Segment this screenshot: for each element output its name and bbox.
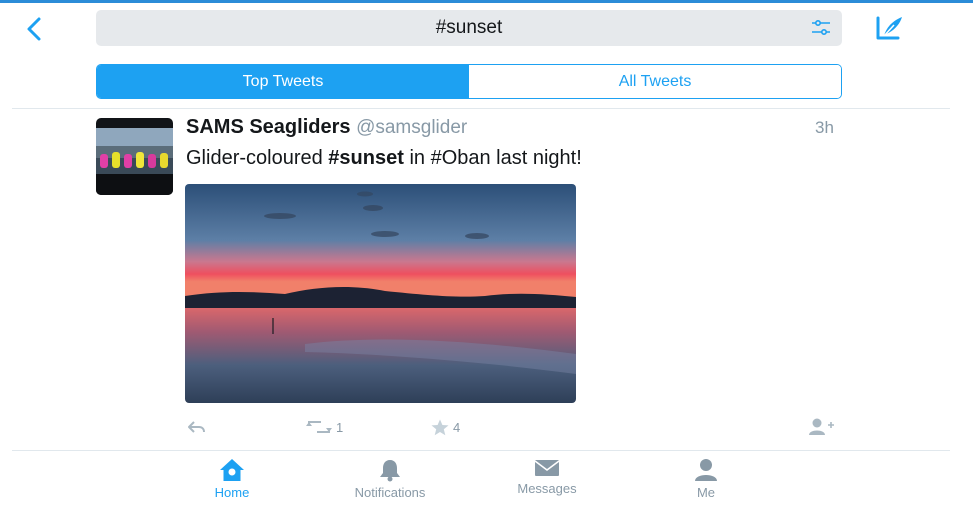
hashtag-link[interactable]: #sunset [328, 147, 404, 169]
tab-me-label: Me [696, 485, 716, 500]
compose-button[interactable] [874, 14, 906, 42]
tweet-text-prefix: Glider-coloured [186, 147, 329, 169]
author-handle: @samsglider [356, 117, 468, 138]
retweet-count: 1 [336, 419, 344, 435]
filter-sliders-icon[interactable] [811, 19, 831, 37]
follow-button[interactable] [808, 416, 834, 438]
bell-icon [380, 460, 400, 482]
sunset-photo [185, 184, 576, 403]
tweet-photo[interactable] [185, 184, 576, 403]
tab-me[interactable]: Me [651, 458, 761, 500]
add-user-icon [809, 418, 834, 435]
top-accent-line [0, 0, 973, 3]
person-icon [695, 459, 717, 481]
avatar-image [96, 118, 173, 195]
compose-quill-icon [876, 16, 902, 40]
tab-all-tweets[interactable]: All Tweets [469, 65, 841, 98]
reply-icon [188, 421, 205, 433]
tweet-timestamp: 3h [815, 118, 834, 137]
divider [12, 450, 950, 451]
author-name: SAMS Seagliders [186, 116, 351, 138]
tab-notifications-label: Notifications [354, 485, 426, 500]
tab-top-tweets[interactable]: Top Tweets [97, 65, 469, 98]
reply-button[interactable] [186, 416, 206, 438]
avatar[interactable] [96, 118, 173, 195]
home-icon [220, 459, 244, 481]
tab-messages[interactable]: Messages [492, 458, 602, 496]
tweet-author[interactable]: SAMS Seagliders @samsglider [186, 116, 467, 139]
search-query-text: #sunset [435, 17, 503, 38]
tweet-filter-segmented-control: Top Tweets All Tweets [96, 64, 842, 99]
chevron-left-icon [27, 17, 41, 41]
back-button[interactable] [22, 15, 48, 43]
envelope-icon [534, 460, 560, 476]
favorite-button[interactable]: 4 [431, 416, 460, 438]
tab-messages-label: Messages [517, 481, 577, 496]
tweet-text-suffix: in #Oban last night! [403, 147, 582, 169]
favorite-count: 4 [453, 419, 461, 435]
tab-home-label: Home [214, 485, 250, 500]
tab-home[interactable]: Home [177, 458, 287, 500]
star-icon [431, 419, 449, 435]
search-field[interactable]: #sunset [96, 10, 842, 46]
tab-notifications[interactable]: Notifications [335, 458, 445, 500]
tweet-text: Glider-coloured #sunset in #Oban last ni… [186, 147, 582, 170]
retweet-button[interactable]: 1 [306, 416, 343, 438]
divider [12, 108, 950, 109]
retweet-icon [306, 421, 332, 433]
